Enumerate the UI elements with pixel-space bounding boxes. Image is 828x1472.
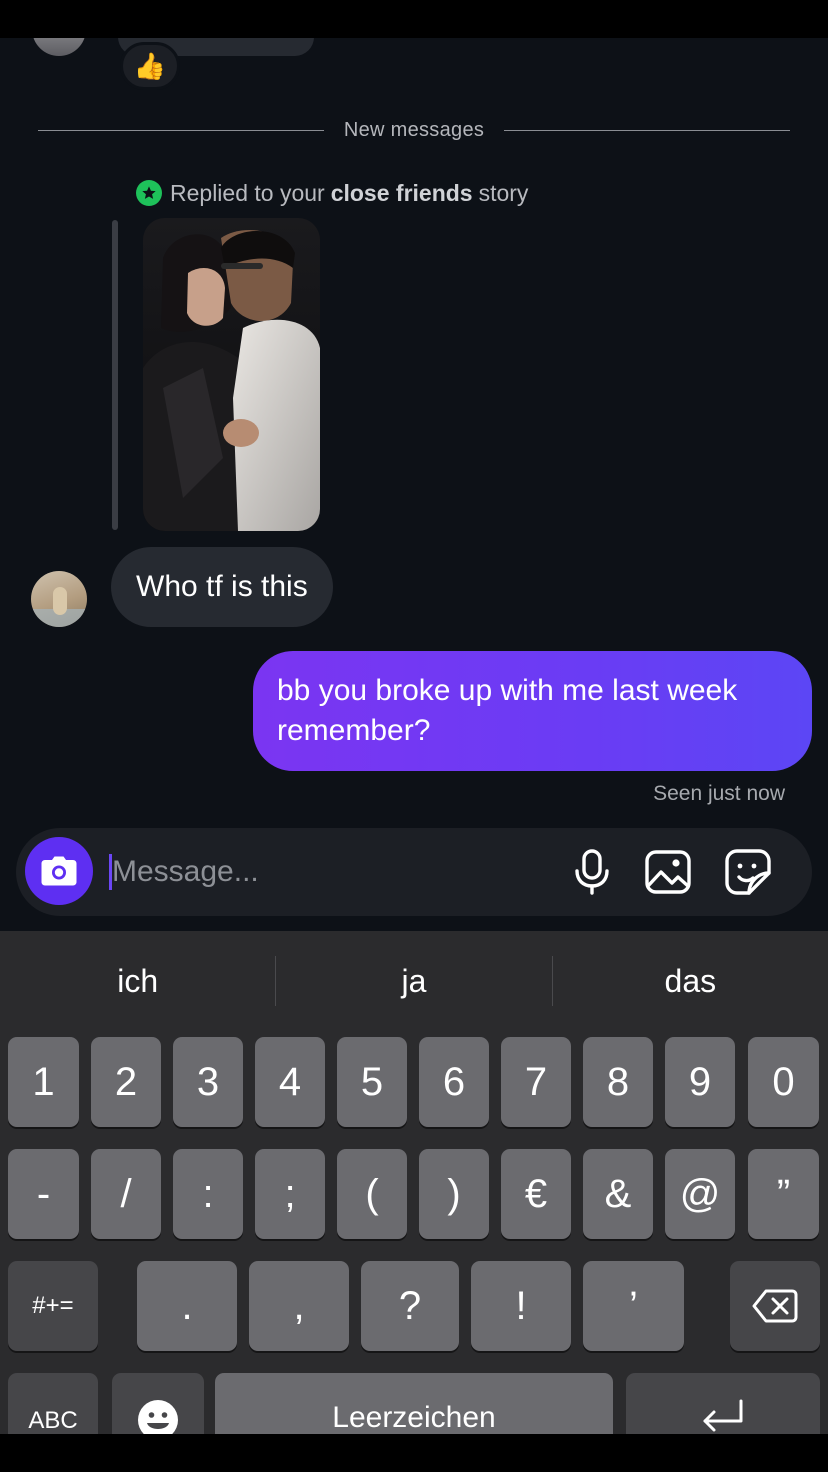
message-input[interactable]	[112, 848, 552, 896]
key-slash[interactable]: /	[91, 1149, 161, 1239]
key-hyphen[interactable]: -	[8, 1149, 79, 1239]
microphone-icon	[575, 849, 609, 895]
key-euro[interactable]: €	[501, 1149, 571, 1239]
reply-note-prefix: Replied to your	[170, 179, 325, 206]
thumbs-up-icon: 👍	[133, 50, 167, 81]
close-friends-star-icon	[136, 180, 162, 206]
key-2[interactable]: 2	[91, 1037, 161, 1127]
key-5[interactable]: 5	[337, 1037, 407, 1127]
gallery-button[interactable]	[642, 846, 694, 898]
key-semicolon[interactable]: ;	[255, 1149, 325, 1239]
key-period[interactable]: .	[137, 1261, 237, 1351]
message-thread[interactable]: 👍 New messages Replied to your close fri…	[0, 38, 828, 931]
divider-line	[504, 129, 791, 131]
key-0[interactable]: 0	[748, 1037, 819, 1127]
seen-status: Seen just now	[653, 782, 785, 805]
key-question[interactable]: ?	[361, 1261, 459, 1351]
camera-button[interactable]	[25, 837, 93, 905]
keyboard: ich ja das 1 2 3 4 5 6 7 8 9 0 - / : ; (…	[0, 931, 828, 1463]
key-close-paren[interactable]: )	[419, 1149, 489, 1239]
home-indicator-area	[0, 1434, 828, 1472]
return-icon	[703, 1399, 743, 1432]
key-6[interactable]: 6	[419, 1037, 489, 1127]
sticker-icon	[725, 849, 771, 895]
story-thumbnail[interactable]	[143, 218, 320, 531]
key-delete[interactable]	[730, 1261, 820, 1351]
camera-icon	[41, 856, 77, 886]
key-quote[interactable]: ”	[748, 1149, 819, 1239]
reply-note-emphasis: close friends	[330, 179, 473, 206]
suggestion-item[interactable]: das	[553, 963, 828, 1000]
key-8[interactable]: 8	[583, 1037, 653, 1127]
key-9[interactable]: 9	[665, 1037, 735, 1127]
key-apostrophe[interactable]: ’	[583, 1261, 684, 1351]
key-3[interactable]: 3	[173, 1037, 243, 1127]
key-symbols-toggle[interactable]: #+=	[8, 1261, 98, 1351]
suggestion-item[interactable]: ja	[276, 963, 551, 1000]
key-open-paren[interactable]: (	[337, 1149, 407, 1239]
backspace-icon	[752, 1289, 798, 1323]
avatar-image	[53, 587, 67, 615]
gallery-icon	[645, 850, 691, 894]
message-composer	[16, 828, 812, 916]
divider-label: New messages	[343, 118, 485, 141]
suggestion-bar: ich ja das	[0, 931, 828, 1031]
suggestion-item[interactable]: ich	[0, 963, 275, 1000]
new-messages-divider: New messages	[38, 118, 791, 142]
outgoing-message-bubble[interactable]: bb you broke up with me last week rememb…	[253, 651, 812, 771]
key-4[interactable]: 4	[255, 1037, 325, 1127]
reply-quote-bar	[112, 220, 118, 530]
status-area	[0, 0, 828, 38]
story-reply-note: Replied to your close friends story	[136, 179, 528, 207]
reaction-badge[interactable]: 👍	[120, 42, 180, 90]
key-7[interactable]: 7	[501, 1037, 571, 1127]
key-at[interactable]: @	[665, 1149, 735, 1239]
reply-note-suffix: story	[478, 179, 529, 206]
incoming-message-bubble[interactable]: Who tf is this	[111, 547, 333, 627]
key-comma[interactable]: ,	[249, 1261, 349, 1351]
key-colon[interactable]: :	[173, 1149, 243, 1239]
key-ampersand[interactable]: &	[583, 1149, 653, 1239]
divider-line	[38, 129, 324, 131]
microphone-button[interactable]	[566, 846, 618, 898]
avatar[interactable]	[32, 38, 86, 56]
sticker-button[interactable]	[722, 846, 774, 898]
key-1[interactable]: 1	[8, 1037, 79, 1127]
sender-avatar[interactable]	[31, 571, 87, 627]
key-exclamation[interactable]: !	[471, 1261, 571, 1351]
